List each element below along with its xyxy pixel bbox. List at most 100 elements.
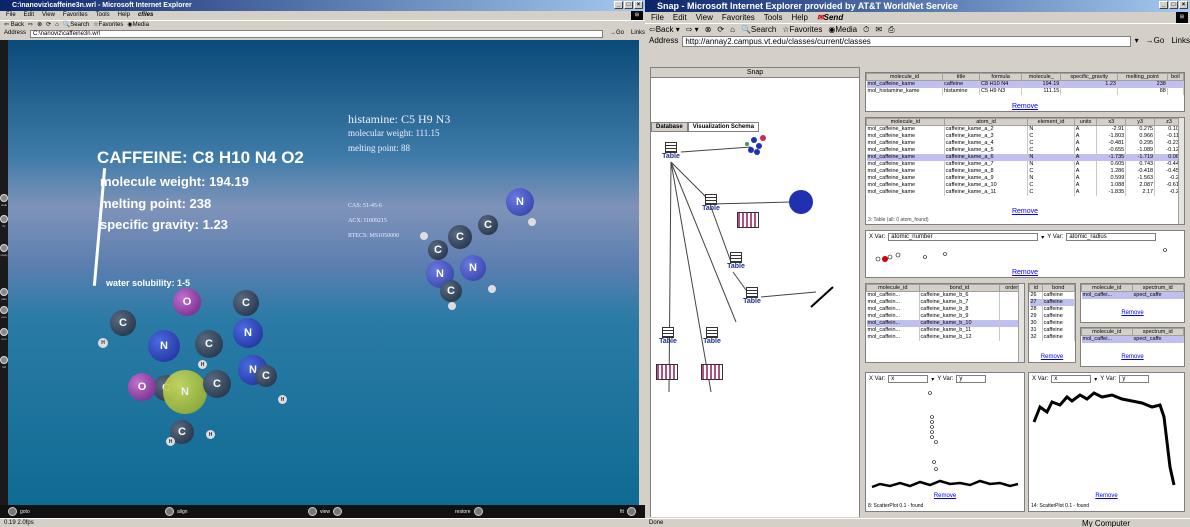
spectrum-table[interactable]: molecule_id spectrum_id mol_caffei... spec… — [1081, 328, 1184, 343]
plot-icon[interactable] — [656, 364, 678, 380]
menu-view[interactable]: View — [42, 11, 55, 20]
favorites-button[interactable]: ☆Favorites — [782, 24, 822, 35]
table-row[interactable]: mol_caffeine_kame caffeine_kame_a_2 N A -2.9… — [866, 125, 1184, 133]
table-row[interactable]: mol_caffeine_kame caffeine_kame_a_8 C A 1.28… — [866, 168, 1184, 175]
tab-database[interactable]: Database — [651, 122, 688, 132]
remove-link[interactable]: Remove — [1029, 354, 1075, 360]
table-row[interactable]: mol_caffeine_kame caffeine_kame_a_11 C A -1.… — [866, 189, 1184, 196]
stop-icon[interactable]: ⊗ — [705, 24, 712, 35]
stop-icon[interactable]: ⊗ — [37, 21, 42, 29]
fit-button[interactable]: fit — [620, 507, 636, 516]
roll-icon[interactable] — [0, 356, 8, 364]
menu-favorites[interactable]: Favorites — [63, 11, 88, 20]
forward-button[interactable]: ⇨ ▾ — [686, 24, 699, 35]
table-row[interactable]: mol_caffeine_kame caffeine C8 H10 N4 194.19… — [866, 80, 1184, 88]
menu-edit[interactable]: Edit — [673, 12, 687, 23]
plan-icon[interactable] — [0, 288, 8, 296]
caffeine-atom-n-selected[interactable]: N — [163, 370, 207, 414]
go-button[interactable]: →Go — [607, 29, 627, 38]
yvar-select[interactable]: y — [1119, 375, 1150, 383]
forward-button[interactable]: ⇨ — [28, 21, 33, 29]
plot-icon[interactable] — [737, 212, 759, 228]
table-row[interactable]: mol_caffein...caffeine_kame_b_82 — [866, 306, 1024, 313]
table-row[interactable]: mol_caffein...caffeine_kame_b_91 — [866, 313, 1024, 320]
table-row[interactable]: 28 caffeine — [1029, 306, 1075, 313]
bond-id-table[interactable]: id bond 26 caffeine 27 caffeine 28 caffeine 29 c… — [1029, 284, 1075, 341]
walk-icon[interactable] — [0, 194, 8, 202]
address-input[interactable]: http://annay2.campus.vt.edu/classes/curr… — [682, 35, 1131, 47]
table-row[interactable]: 30 caffeine — [1029, 320, 1075, 327]
table-row[interactable]: mol_caffeine_kame caffeine_kame_a_4 C A -0.4… — [866, 140, 1184, 147]
back-button[interactable]: ⇦ Back — [4, 21, 24, 29]
schema-table-node[interactable]: Table — [656, 142, 686, 160]
menu-favorites[interactable]: Favorites — [722, 12, 755, 23]
home-icon[interactable]: ⌂ — [55, 21, 59, 29]
refresh-icon[interactable]: ⟳ — [46, 21, 51, 29]
yvar-select[interactable]: y — [956, 375, 987, 383]
turn-icon[interactable] — [0, 328, 8, 336]
table-row[interactable]: 27 caffeine — [1029, 299, 1075, 306]
scatter-atomic-plot[interactable] — [870, 247, 1170, 267]
view-next-icon[interactable] — [333, 507, 343, 516]
study-icon[interactable] — [0, 244, 8, 252]
menu-edit[interactable]: Edit — [24, 11, 34, 20]
menu-help[interactable]: Help — [791, 12, 807, 23]
menu-file[interactable]: File — [6, 11, 16, 20]
remove-link[interactable]: Remove — [1081, 354, 1184, 360]
schema-table-node[interactable]: Table — [653, 327, 683, 345]
remove-link[interactable]: Remove — [866, 103, 1184, 110]
maximize-button[interactable]: □ — [1169, 1, 1178, 9]
links-label[interactable]: Links — [1171, 35, 1190, 47]
media-button[interactable]: ◉Media — [127, 21, 149, 29]
address-dropdown-icon[interactable]: ▾ — [1135, 35, 1139, 47]
schema-table-node[interactable]: Table — [737, 287, 767, 305]
menu-tools[interactable]: Tools — [96, 11, 110, 20]
menu-tools[interactable]: Tools — [764, 12, 783, 23]
table-row[interactable]: mol_caffei... spect_caffe — [1081, 335, 1184, 343]
back-button[interactable]: ⇦Back ▾ — [649, 24, 680, 35]
table-row[interactable]: mol_histamine_kame histamine C5 H9 N3 111.1… — [866, 88, 1184, 95]
view-button[interactable]: view — [308, 507, 343, 516]
search-button[interactable]: 🔍Search — [63, 21, 90, 29]
address-input[interactable]: C:\nanoviz\caffeine3n.wrl — [30, 29, 603, 38]
menu-help[interactable]: Help — [118, 11, 130, 20]
schema-table-node[interactable]: Table — [696, 194, 726, 212]
restore-button[interactable]: restore — [455, 507, 483, 516]
table-row[interactable]: mol_caffein...caffeine_kame_b_101 — [866, 320, 1024, 327]
table-row[interactable]: mol_caffeine_kame caffeine_kame_a_7 N A 0.60… — [866, 161, 1184, 168]
menu-view[interactable]: View — [696, 12, 713, 23]
minimize-button[interactable]: _ — [1159, 1, 1168, 9]
molecule-table[interactable]: molecule_id title formula molecule_ specific… — [866, 73, 1184, 95]
send-button[interactable]: ✉Send — [817, 12, 843, 23]
table-row[interactable]: 29 caffeine — [1029, 313, 1075, 320]
plot-icon[interactable] — [701, 364, 723, 380]
table-row[interactable]: mol_caffein...caffeine_kame_b_121 — [866, 334, 1024, 341]
tab-visualization-schema[interactable]: Visualization Schema — [687, 122, 759, 132]
atom-table[interactable]: molecule_id atom_id element_id units x3 y3 z3 … — [866, 118, 1184, 196]
table-row[interactable]: mol_caffein...caffeine_kame_b_61 — [866, 291, 1024, 299]
remove-link[interactable]: Remove — [866, 269, 1184, 276]
schema-graph[interactable]: Table Table Table Table Table Table — [651, 132, 859, 517]
close-button[interactable]: × — [634, 1, 643, 9]
go-button[interactable]: →Go — [1143, 35, 1168, 47]
remove-link[interactable]: Remove — [1029, 493, 1184, 499]
align-button[interactable]: align — [165, 507, 188, 516]
table-row[interactable]: mol_caffeine_kame caffeine_kame_a_6 N A -1.7… — [866, 154, 1184, 161]
vrml-3d-scene[interactable]: CAFFEINE: C8 H10 N4 O2 molecule weight: … — [8, 40, 639, 505]
schema-table-node[interactable]: Table — [721, 252, 751, 270]
spectrum-table[interactable]: molecule_id spectrum_id mol_caffei... spec… — [1081, 284, 1184, 299]
favorites-button[interactable]: ☆Favorites — [93, 21, 123, 29]
chevron-down-icon[interactable]: ▾ — [1041, 234, 1044, 241]
bond-table[interactable]: molecule_id bond_id order mol_caffein... ca… — [866, 284, 1024, 341]
table-row[interactable]: 31 caffeine — [1029, 327, 1075, 334]
close-button[interactable]: × — [1179, 1, 1188, 9]
minimize-button[interactable]: _ — [614, 1, 623, 9]
menu-file[interactable]: File — [651, 12, 664, 23]
bond-table-scrollbar[interactable] — [1018, 284, 1024, 362]
schema-table-node[interactable]: Table — [697, 327, 727, 345]
home-icon[interactable]: ⌂ — [730, 24, 735, 35]
scatter-left-canvas[interactable] — [870, 387, 1020, 492]
xvar-select[interactable]: x — [1051, 375, 1092, 383]
xvar-select[interactable]: atomic_number — [888, 233, 1039, 241]
mail-icon[interactable]: ✉ — [875, 24, 882, 35]
